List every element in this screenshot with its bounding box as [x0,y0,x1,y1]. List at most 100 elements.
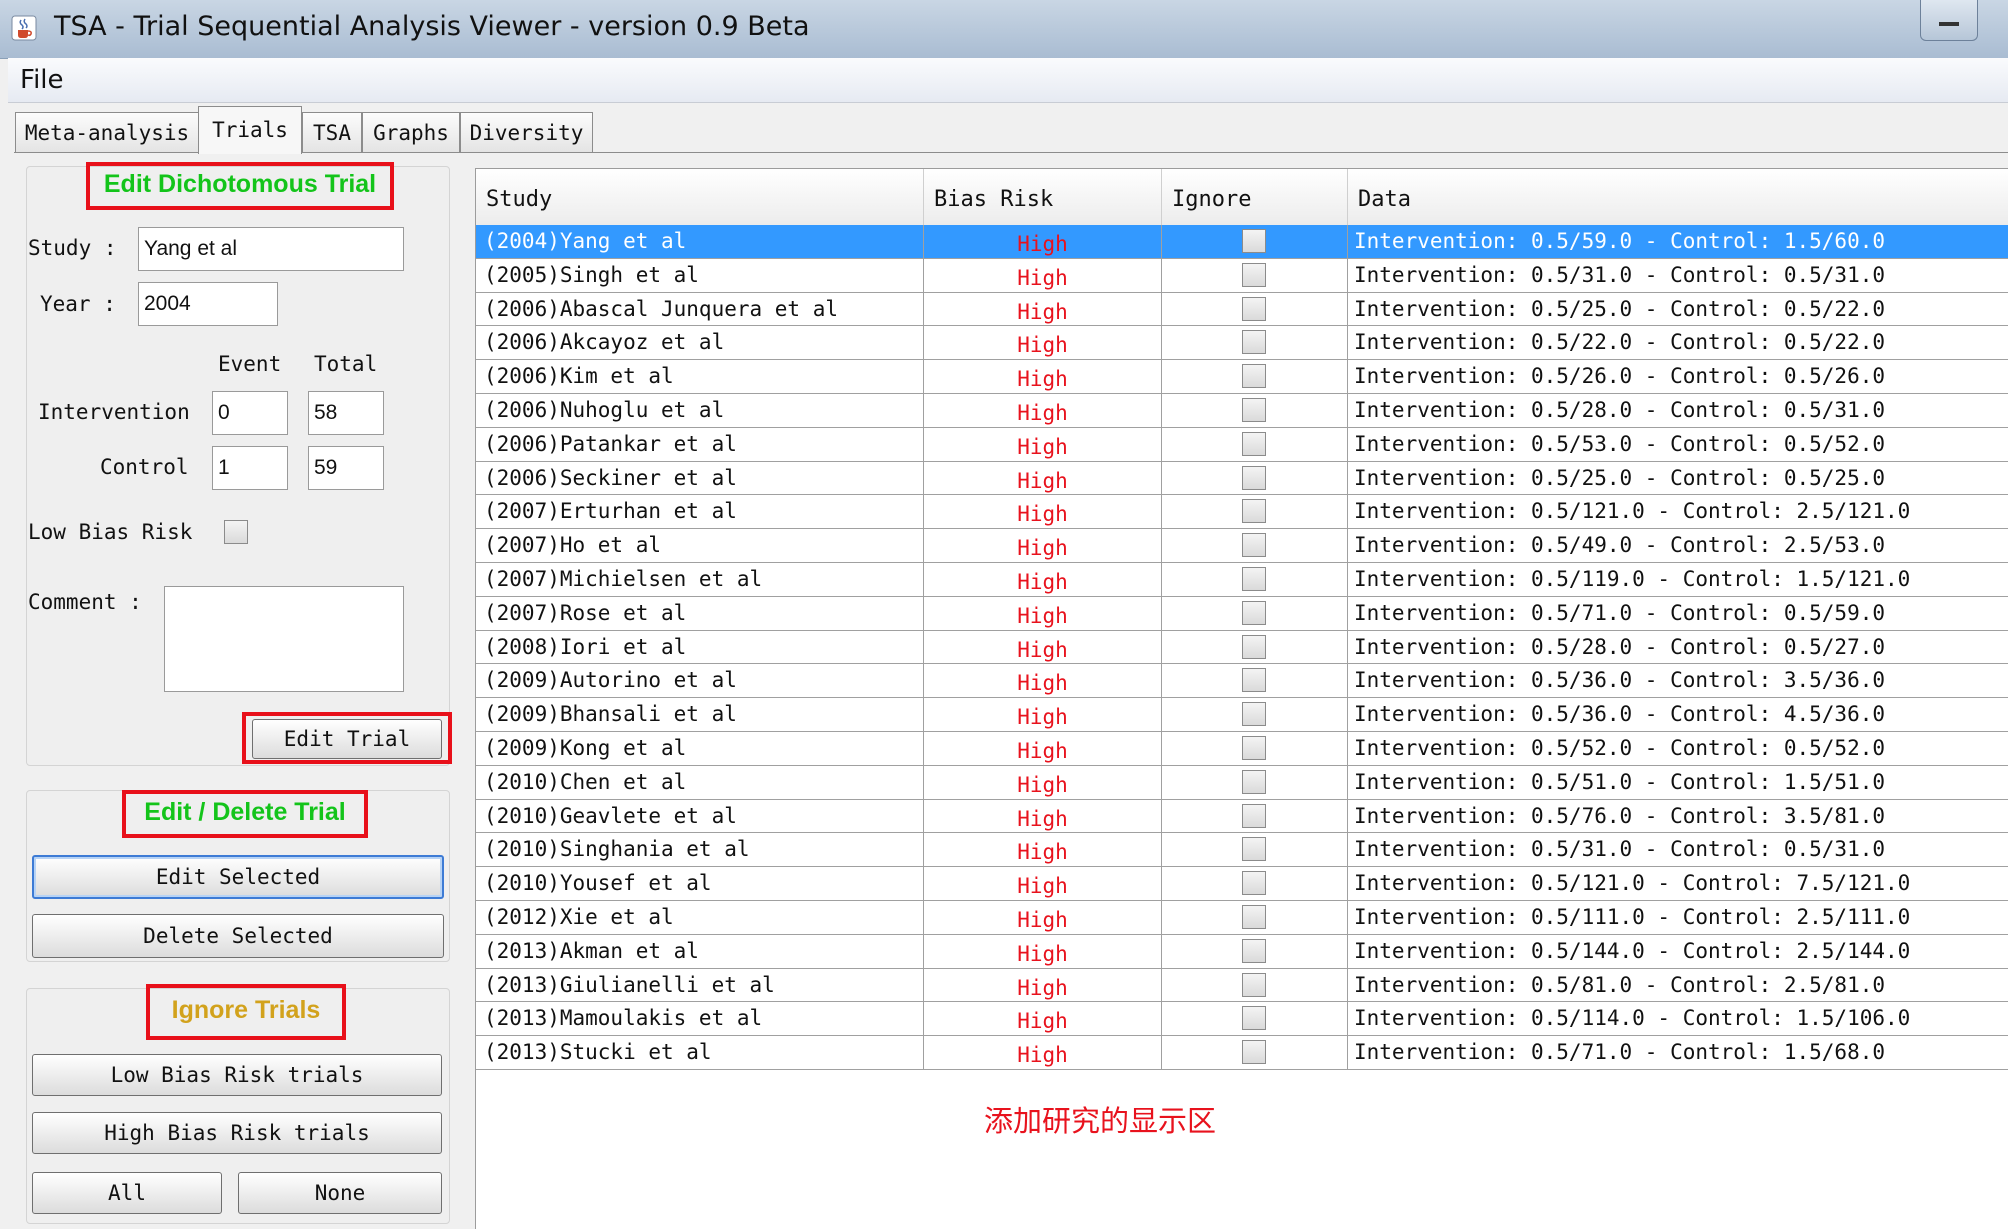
cell-study: (2007)Rose et al [476,596,924,630]
ignore-checkbox[interactable] [1242,668,1266,693]
ignore-checkbox[interactable] [1242,364,1266,389]
table-row[interactable]: (2013)Mamoulakis et al High Intervention: … [476,1002,2008,1037]
cell-bias-risk: High [924,968,1162,1002]
ignore-checkbox[interactable] [1242,499,1266,524]
ignore-none-button[interactable]: None [238,1172,442,1214]
column-header-study[interactable]: Study [476,169,924,225]
table-row[interactable]: (2009)Autorino et al High Intervention: 0.… [476,664,2008,699]
cell-ignore [1162,1002,1348,1036]
ignore-checkbox[interactable] [1242,871,1266,896]
table-row[interactable]: (2008)Iori et al High Intervention: 0.5/28… [476,630,2008,665]
cell-ignore [1162,292,1348,326]
column-header-ignore[interactable]: Ignore [1162,169,1348,225]
intervention-total-input[interactable] [308,391,384,435]
column-header-data[interactable]: Data [1348,169,2008,225]
high-bias-risk-trials-button[interactable]: High Bias Risk trials [32,1112,442,1154]
table-row[interactable]: (2013)Stucki et al High Intervention: 0.5/… [476,1036,2008,1070]
table-row[interactable]: (2007)Ho et al High Intervention: 0.5/49.0… [476,529,2008,563]
ignore-checkbox[interactable] [1242,533,1266,558]
tab-graphs[interactable]: Graphs [362,112,460,152]
ignore-checkbox[interactable] [1242,465,1266,490]
ignore-checkbox[interactable] [1242,566,1266,591]
table-row[interactable]: (2013)Giulianelli et al High Intervention:… [476,968,2008,1003]
delete-selected-button[interactable]: Delete Selected [32,914,444,958]
cell-bias-risk: High [924,529,1162,563]
cell-ignore [1162,934,1348,968]
table-row[interactable]: (2007)Michielsen et al High Intervention: … [476,562,2008,597]
table-row[interactable]: (2007)Rose et al High Intervention: 0.5/71… [476,596,2008,631]
ignore-checkbox[interactable] [1242,600,1266,625]
table-row[interactable]: (2013)Akman et al High Intervention: 0.5/1… [476,934,2008,969]
table-row[interactable]: (2010)Chen et al High Intervention: 0.5/51… [476,765,2008,800]
intervention-event-input[interactable] [212,391,288,435]
ignore-checkbox[interactable] [1242,330,1266,355]
cell-bias-risk: High [924,900,1162,934]
ignore-checkbox[interactable] [1242,1006,1266,1031]
control-event-input[interactable] [212,446,288,490]
ignore-checkbox[interactable] [1242,972,1266,997]
edit-selected-button[interactable]: Edit Selected [32,855,444,899]
ignore-checkbox[interactable] [1242,735,1266,760]
tab-diversity[interactable]: Diversity [460,112,593,152]
edit-delete-title: Edit / Delete Trial [144,798,346,826]
table-row[interactable]: (2006)Seckiner et al High Intervention: 0.… [476,461,2008,496]
ignore-checkbox[interactable] [1242,634,1266,659]
ignore-all-button[interactable]: All [32,1172,222,1214]
ignore-checkbox[interactable] [1242,262,1266,287]
ignore-checkbox[interactable] [1242,904,1266,929]
table-row[interactable]: (2009)Bhansali et al High Intervention: 0.… [476,698,2008,732]
ignore-checkbox[interactable] [1242,837,1266,862]
tab-tsa[interactable]: TSA [302,112,362,152]
cell-study: (2005)Singh et al [476,258,924,292]
menu-file[interactable]: File [20,65,64,95]
cell-ignore [1162,731,1348,765]
cell-ignore [1162,326,1348,360]
ignore-checkbox[interactable] [1242,938,1266,963]
cell-data: Intervention: 0.5/121.0 - Control: 7.5/1… [1354,871,1911,896]
column-header-bias-risk[interactable]: Bias Risk [924,169,1162,225]
comment-textarea[interactable] [164,586,404,692]
table-row[interactable]: (2004)Yang et al High Intervention: 0.5/59… [476,225,2008,259]
low-bias-risk-checkbox[interactable] [224,520,248,544]
minimize-button[interactable] [1920,0,1978,41]
ignore-checkbox[interactable] [1242,803,1266,828]
ignore-checkbox[interactable] [1242,431,1266,456]
comment-label: Comment : [28,590,142,614]
table-row[interactable]: (2006)Abascal Junquera et al High Interven… [476,292,2008,327]
cell-ignore [1162,900,1348,934]
table-row[interactable]: (2006)Akcayoz et al High Intervention: 0.5… [476,326,2008,361]
cell-ignore [1162,562,1348,596]
table-row[interactable]: (2010)Singhania et al High Intervention: 0… [476,833,2008,868]
table-row[interactable]: (2006)Nuhoglu et al High Intervention: 0.5… [476,393,2008,428]
ignore-checkbox[interactable] [1242,229,1266,253]
cell-ignore [1162,529,1348,563]
low-bias-risk-trials-button[interactable]: Low Bias Risk trials [32,1054,442,1096]
tab-trials[interactable]: Trials [198,106,302,154]
table-row[interactable]: (2010)Yousef et al High Intervention: 0.5/… [476,867,2008,901]
edit-trial-button[interactable]: Edit Trial [252,719,442,759]
ignore-checkbox[interactable] [1242,702,1266,727]
table-row[interactable]: (2005)Singh et al High Intervention: 0.5/3… [476,258,2008,293]
cell-study: (2006)Kim et al [476,360,924,394]
cell-bias-risk: High [924,562,1162,596]
table-row[interactable]: (2012)Xie et al High Intervention: 0.5/111… [476,900,2008,935]
table-row[interactable]: (2009)Kong et al High Intervention: 0.5/52… [476,731,2008,766]
ignore-checkbox[interactable] [1242,296,1266,321]
study-input[interactable] [138,227,404,271]
event-header: Event [218,352,282,376]
tab-meta-analysis[interactable]: Meta-analysis [15,112,199,152]
cell-study: (2010)Chen et al [476,765,924,799]
cell-data: Intervention: 0.5/144.0 - Control: 2.5/1… [1354,938,1911,963]
table-row[interactable]: (2010)Geavlete et al High Intervention: 0.… [476,799,2008,834]
table-row[interactable]: (2006)Patankar et al High Intervention: 0.… [476,427,2008,462]
year-input[interactable] [138,282,278,326]
cell-data: Intervention: 0.5/51.0 - Control: 1.5/51… [1354,769,1886,794]
ignore-checkbox[interactable] [1242,397,1266,422]
cell-ignore [1162,360,1348,394]
table-row[interactable]: (2006)Kim et al High Intervention: 0.5/26.… [476,360,2008,394]
table-row[interactable]: (2007)Erturhan et al High Intervention: 0.… [476,495,2008,530]
ignore-checkbox[interactable] [1242,769,1266,794]
ignore-checkbox[interactable] [1242,1040,1266,1065]
control-total-input[interactable] [308,446,384,490]
cell-study: (2008)Iori et al [476,630,924,664]
